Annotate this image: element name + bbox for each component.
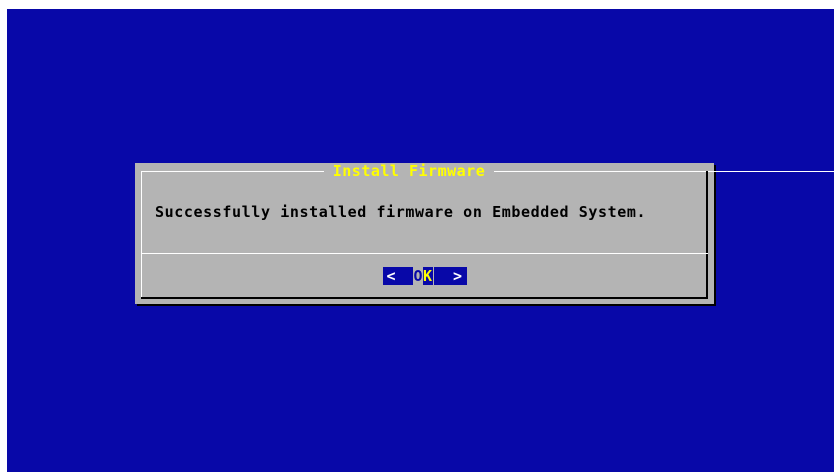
ok-button-label-rest: K [423,267,433,285]
terminal-screen: Install Firmware Successfully installed … [7,9,834,472]
dialog-frame-bottom [141,297,708,299]
ok-button-right-bracket: > [452,267,463,285]
dialog-frame-top-left [141,171,324,172]
ok-button[interactable]: < OK > [382,267,467,285]
ok-button-left-bracket: < [386,267,397,285]
ok-button-label: OK [412,267,434,285]
install-firmware-dialog: Install Firmware Successfully installed … [135,162,834,304]
button-row: < OK > [135,267,714,289]
ok-button-label-first: O [413,267,424,285]
button-area-separator [141,253,708,254]
dialog-title: Install Firmware [332,162,486,180]
dialog-frame-top-right [494,171,834,172]
dialog-message: Successfully installed firmware on Embed… [155,203,647,221]
